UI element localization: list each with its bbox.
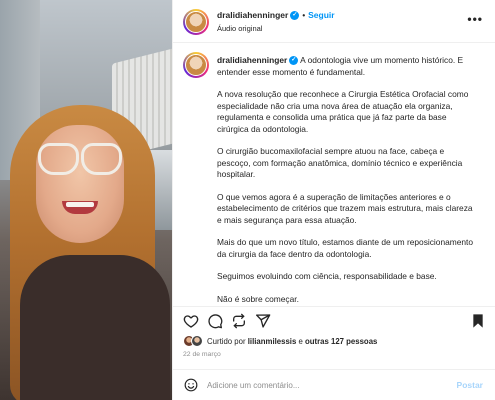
more-icon[interactable]: ••• xyxy=(467,12,483,26)
post-panel: dralidiahenninger ✓ • Seguir Áudio original… xyxy=(172,0,495,400)
likes-others-link[interactable]: outras 127 pessoas xyxy=(305,337,377,346)
repost-icon[interactable] xyxy=(231,313,247,329)
post-date[interactable]: 22 de março xyxy=(183,351,221,358)
caption-paragraph: A nova resolução que reconhece a Cirurgi… xyxy=(217,89,469,134)
comment-input[interactable] xyxy=(207,377,437,393)
caption-lead-paragraph: dralidiahenninger ✓ A odontologia vive um… xyxy=(217,55,475,78)
caption-paragraph: O cirurgião bucomaxilofacial sempre atuo… xyxy=(217,146,463,179)
instagram-post-viewer: dralidiahenninger ✓ • Seguir Áudio original… xyxy=(0,0,495,400)
post-header: dralidiahenninger ✓ • Seguir Áudio original… xyxy=(173,0,495,43)
comment-bar: Postar xyxy=(173,369,495,400)
caption-username[interactable]: dralidiahenninger xyxy=(217,55,287,65)
caption-paragraph: Seguimos evoluindo com ciência, responsa… xyxy=(217,271,437,281)
author-line: dralidiahenninger ✓ • Seguir xyxy=(217,10,335,21)
author-username[interactable]: dralidiahenninger xyxy=(217,10,288,20)
verified-badge-icon: ✓ xyxy=(289,56,299,66)
person-body xyxy=(20,255,170,400)
bookmark-icon[interactable] xyxy=(470,313,486,329)
likes-text: Curtido por lilianmilessis e outras 127 … xyxy=(207,337,377,346)
post-comment-button[interactable]: Postar xyxy=(457,380,483,390)
caption-paragraph: O que vemos agora é a superação de limit… xyxy=(217,191,473,225)
comment-icon[interactable] xyxy=(207,313,223,329)
liker-avatar[interactable] xyxy=(191,335,203,347)
caption-text: dralidiahenninger ✓ A odontologia vive um… xyxy=(217,55,475,304)
person-teeth xyxy=(66,202,94,207)
caption-paragraph: Mais do que um novo título, estamos dian… xyxy=(217,237,474,259)
separator-dot: • xyxy=(302,11,306,20)
follow-button[interactable]: Seguir xyxy=(308,10,334,20)
likes-summary: Curtido por lilianmilessis e outras 127 … xyxy=(183,334,483,350)
reel-video[interactable] xyxy=(0,0,172,400)
heart-icon[interactable] xyxy=(183,313,199,329)
audio-label[interactable]: Áudio original xyxy=(217,24,262,33)
share-icon[interactable] xyxy=(255,313,271,329)
likes-prefix: Curtido por xyxy=(207,337,246,346)
glasses-left-lens xyxy=(38,143,79,175)
caption-paragraph: Não é sobre começar. xyxy=(217,293,299,304)
verified-badge-icon: ✓ xyxy=(290,11,300,21)
author-avatar[interactable] xyxy=(183,9,209,35)
post-caption: dralidiahenninger ✓ A odontologia vive um… xyxy=(173,44,495,304)
likes-connector: e xyxy=(298,337,303,346)
glasses-right-lens xyxy=(81,143,122,175)
emoji-icon[interactable] xyxy=(184,378,198,392)
caption-author-avatar[interactable] xyxy=(183,52,209,78)
person-glasses xyxy=(38,143,122,175)
action-bar xyxy=(173,306,495,334)
liker-username[interactable]: lilianmilessis xyxy=(248,337,297,346)
